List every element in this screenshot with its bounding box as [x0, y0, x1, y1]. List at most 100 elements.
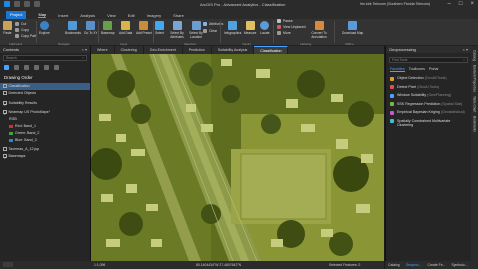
cut-button[interactable]: Cut — [15, 22, 26, 26]
location-select-icon — [191, 21, 201, 30]
tool-object-detection[interactable]: Object Detection (GeoAI/Tools) — [386, 74, 471, 83]
band-red: Red: Band_1 — [0, 123, 90, 130]
tab-project[interactable]: Project — [6, 11, 27, 19]
maximize-icon[interactable]: □ — [459, 1, 463, 7]
list-by-selection-icon[interactable] — [24, 65, 29, 70]
select-button[interactable]: Select — [155, 21, 164, 35]
list-by-drawing-order-icon[interactable] — [4, 65, 9, 70]
tab-view[interactable]: View — [107, 13, 116, 18]
window-title: ArcGIS Pro - Advanced Analytics - Classi… — [200, 2, 286, 7]
select-by-attributes-button[interactable]: Select By Attributes — [170, 21, 184, 39]
geoprocessing-tabs: Favorites Toolboxes Portal — [386, 65, 471, 74]
layer-basemaps[interactable]: Basemaps — [0, 153, 90, 160]
list-by-source-icon[interactable] — [14, 65, 19, 70]
tool-icon — [390, 102, 394, 106]
contents-search-input[interactable]: Search ⌕ — [3, 55, 87, 61]
layer-tavernas[interactable]: Tavernas_A_12.jsp — [0, 146, 90, 153]
layer-detected-objects[interactable]: Detected Objects — [0, 90, 90, 97]
rail-table-chart[interactable]: Table Chart — [473, 96, 477, 112]
tool-ssk-regression[interactable]: SSK Regression Prediction (Spatial Stat) — [386, 100, 471, 109]
tab-imagery[interactable]: Imagery — [147, 13, 161, 18]
add-data-button[interactable]: Add Data — [119, 21, 132, 35]
tool-detect-pixel[interactable]: Detect Pixel (GeoAI Tools) — [386, 83, 471, 92]
tool-empirical-bayesian-kriging[interactable]: Empirical Bayesian Kriging (Geostatistic… — [386, 108, 471, 117]
find-tools-input[interactable]: Find Tools ⌕ — [389, 57, 468, 63]
attributes-icon — [203, 22, 207, 26]
tool-icon — [390, 93, 394, 98]
save-icon[interactable] — [14, 1, 20, 7]
pane-close-icon[interactable]: × ▾ — [82, 46, 87, 53]
paste-button[interactable]: Paste — [3, 21, 12, 35]
search-icon: ⌕ — [463, 58, 465, 62]
rail-element-properties[interactable]: Element Properties — [473, 65, 477, 92]
layer-checkbox[interactable] — [3, 147, 7, 151]
tab-map[interactable]: Map — [38, 12, 47, 18]
tab-favorites[interactable]: Favorites — [390, 67, 405, 72]
infographics-button[interactable]: Infographics — [224, 21, 241, 35]
list-by-editing-icon[interactable] — [34, 65, 39, 70]
rail-catalog[interactable]: Catalog — [473, 50, 477, 61]
view-tab-geoenrichment[interactable]: Geo.Enrichment — [144, 46, 183, 54]
drawing-order-heading: Drawing Order — [4, 75, 33, 80]
clear-selection-button[interactable]: Clear — [203, 29, 217, 33]
tool-window-suitability[interactable]: Window Suitability (Geo/Planning) — [386, 91, 471, 100]
add-preset-button[interactable]: Add Preset — [136, 21, 152, 35]
view-tab-prediction[interactable]: Prediction — [183, 46, 212, 54]
measure-button[interactable]: Measure — [244, 21, 256, 35]
tab-share[interactable]: Share — [173, 13, 184, 18]
explore-button[interactable]: Explore — [39, 21, 50, 35]
scale-readout[interactable]: 1:1,096 — [94, 263, 105, 267]
bottom-tab-catalog[interactable]: Catalog — [385, 261, 403, 269]
bottom-tab-geoprocessing[interactable]: Geoproc... — [403, 261, 425, 269]
layer-checkbox[interactable] — [3, 101, 7, 107]
map-view[interactable] — [91, 54, 384, 261]
layer-nearmap-photomaps[interactable]: Nearmap US PhotoMaps* — [0, 109, 90, 116]
bottom-pane-tabs: Catalog Geoproc... Create Fe... Symbolo.… — [385, 261, 478, 269]
layer-checkbox[interactable] — [3, 110, 7, 116]
copy-path-button[interactable]: Copy Path — [15, 34, 37, 38]
view-tab-clustering[interactable]: Clustering — [115, 46, 144, 54]
goto-icon — [86, 21, 96, 30]
goto-xy-button[interactable]: Go To XY — [84, 21, 98, 35]
tab-analysis[interactable]: Analysis — [80, 13, 95, 18]
more-labeling-button[interactable]: More — [277, 31, 291, 35]
layer-classification[interactable]: Classification — [0, 83, 90, 90]
layer-checkbox[interactable] — [3, 154, 7, 160]
list-by-labeling-icon[interactable] — [54, 65, 59, 70]
pane-close-icon[interactable]: × ▾ — [463, 46, 468, 53]
pause-labeling-button[interactable]: Pause — [277, 19, 293, 23]
bookmarks-button[interactable]: Bookmarks — [65, 21, 81, 35]
tab-portal[interactable]: Portal — [429, 67, 438, 72]
view-unplaced-icon — [277, 25, 281, 29]
bottom-tab-symbology[interactable]: Symbolo... — [448, 261, 470, 269]
tab-toolboxes[interactable]: Toolboxes — [409, 67, 425, 72]
list-by-snapping-icon[interactable] — [44, 65, 49, 70]
view-tab-classification[interactable]: Classification — [254, 46, 289, 54]
explore-icon — [39, 21, 49, 30]
bottom-tab-create-features[interactable]: Create Fe... — [425, 261, 449, 269]
tab-insert[interactable]: Insert — [58, 13, 68, 18]
layer-suitability-results[interactable]: Suitability Results — [0, 100, 90, 107]
signed-in-user[interactable]: Irin.kirk Telecom (Southern Florida Tele… — [360, 2, 430, 6]
rail-bookmarks[interactable]: Bookmarks — [473, 116, 477, 132]
tab-edit[interactable]: Edit — [128, 13, 135, 18]
clear-icon — [203, 29, 207, 33]
contents-bottom-tab[interactable] — [3, 262, 13, 267]
basemap-button[interactable]: Basemap — [101, 21, 114, 35]
infographics-icon — [228, 21, 238, 30]
copy-button[interactable]: Copy — [15, 28, 29, 32]
view-unplaced-button[interactable]: View Unplaced — [277, 25, 306, 29]
view-tab-suitability[interactable]: Suitability Analysis — [212, 46, 255, 54]
layer-checkbox[interactable] — [3, 91, 7, 95]
convert-to-annotation-button[interactable]: Convert To Annotation — [307, 21, 331, 39]
download-map-button[interactable]: Download Map — [342, 21, 363, 35]
locate-button[interactable]: Locate — [260, 21, 270, 35]
layer-checkbox[interactable] — [3, 84, 7, 88]
redo-icon[interactable] — [34, 1, 40, 7]
minimize-icon[interactable]: – — [448, 1, 451, 7]
tool-spatially-constrained-clustering[interactable]: Spatially Constrained Multivariate Clust… — [386, 117, 471, 129]
close-icon[interactable]: × — [470, 1, 474, 7]
undo-icon[interactable] — [24, 1, 30, 7]
select-by-location-button[interactable]: Select By Location — [189, 21, 203, 39]
view-tab-where[interactable]: Where — [91, 46, 115, 54]
